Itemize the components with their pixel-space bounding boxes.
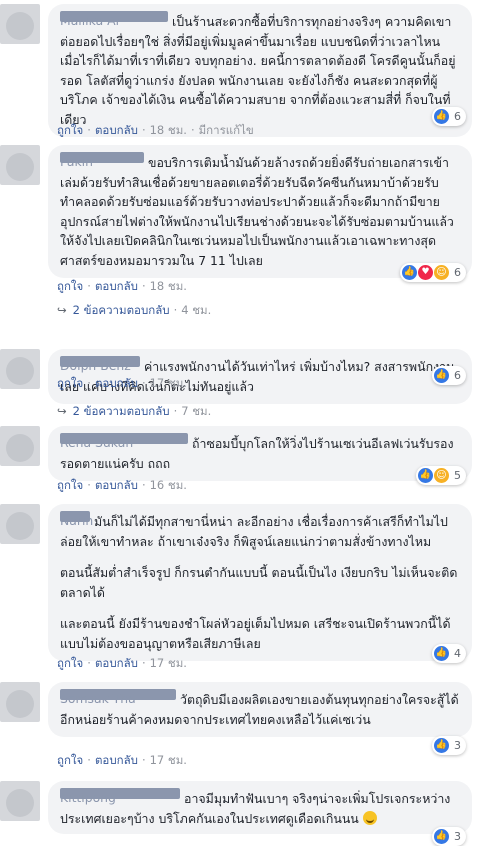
like-link[interactable]: ถูกใจ bbox=[57, 279, 83, 293]
reply-link[interactable]: ตอบกลับ bbox=[95, 753, 138, 767]
view-replies-link[interactable]: ↪ 2 ข้อความตอบกลับ · 7 ชม. bbox=[57, 403, 211, 421]
like-reaction-icon: 👍 bbox=[434, 109, 449, 124]
like-link[interactable]: ถูกใจ bbox=[57, 123, 83, 137]
comment-text: และตอนนี้ ยังมีร้านของชำโผล่หัวอยู่เต็มไ… bbox=[60, 616, 451, 651]
comment-text: ตอนนี้สัมต่ำสำเร็จรูป ก็กรนตำกันแบบนี้ ต… bbox=[60, 565, 458, 600]
commenter-name[interactable]: Mallika Ar bbox=[60, 11, 168, 28]
love-reaction-icon: ♥ bbox=[418, 265, 433, 280]
timestamp[interactable]: 17 ชม. bbox=[150, 376, 187, 390]
reaction-summary[interactable]: 👍 ♥ ☺ 6 bbox=[400, 263, 466, 282]
reply-link[interactable]: ตอบกลับ bbox=[95, 656, 138, 670]
replies-count[interactable]: 2 ข้อความตอบกลับ bbox=[73, 404, 170, 418]
reaction-summary[interactable]: 👍 ☺ 5 bbox=[416, 466, 466, 485]
like-reaction-icon: 👍 bbox=[434, 738, 449, 753]
like-reaction-icon: 👍 bbox=[402, 265, 417, 280]
commenter-name[interactable]: Pakin bbox=[60, 152, 144, 169]
comment-text: ขอบริการเติมน้ำมันด้วยล้างรถด้วยยิ่งดีรั… bbox=[60, 155, 454, 268]
reply-link[interactable]: ตอบกลับ bbox=[95, 478, 138, 492]
comment-bubble: Rena Sukan ถ้าซอมบี้บุกโลกให้วิ่งไปร้านเซ… bbox=[48, 426, 472, 481]
comment-text: เป็นร้านสะดวกซื้อที่บริการทุกอย่างจริงๆ … bbox=[60, 14, 456, 127]
timestamp[interactable]: 17 ชม. bbox=[150, 753, 187, 767]
avatar[interactable] bbox=[0, 781, 40, 821]
like-link[interactable]: ถูกใจ bbox=[57, 656, 83, 670]
reaction-count: 6 bbox=[454, 369, 461, 382]
commenter-name[interactable]: Somsak Tha bbox=[60, 689, 176, 706]
comment-actions: ถูกใจ · ตอบกลับ · 16 ชม. bbox=[57, 478, 187, 492]
reply-arrow-icon: ↪ bbox=[57, 404, 67, 418]
timestamp[interactable]: 17 ชม. bbox=[150, 656, 187, 670]
commenter-name[interactable]: Narin bbox=[60, 511, 93, 528]
reply-arrow-icon: ↪ bbox=[57, 303, 67, 317]
reply-link[interactable]: ตอบกลับ bbox=[95, 123, 138, 137]
comment-text: มันก็ไม่ได้มีทุกสาขานี่หน่า ละอีกอย่าง เ… bbox=[60, 514, 448, 549]
comment-bubble: Somsak Tha วัตถุดิบมีเองผลิตเองขายเองต้นท… bbox=[48, 682, 472, 737]
comment-actions: ถูกใจ · ตอบกลับ · 17 ชม. bbox=[57, 656, 187, 670]
reaction-summary[interactable]: 👍 6 bbox=[432, 107, 466, 126]
comment-actions: ถูกใจ · ตอบกลับ · 18 ชม. bbox=[57, 279, 187, 293]
reaction-summary[interactable]: 👍 3 bbox=[432, 827, 466, 846]
timestamp[interactable]: 18 ชม. bbox=[150, 279, 187, 293]
like-link[interactable]: ถูกใจ bbox=[57, 753, 83, 767]
reply-link[interactable]: ตอบกลับ bbox=[95, 376, 138, 390]
avatar[interactable] bbox=[0, 145, 40, 185]
reply-link[interactable]: ตอบกลับ bbox=[95, 279, 138, 293]
comment-bubble: Mallika Ar เป็นร้านสะดวกซื้อที่บริการทุกอ… bbox=[48, 4, 472, 137]
like-reaction-icon: 👍 bbox=[434, 368, 449, 383]
replies-count[interactable]: 2 ข้อความตอบกลับ bbox=[73, 303, 170, 317]
commenter-name[interactable]: Kittipong bbox=[60, 788, 180, 805]
reaction-count: 4 bbox=[454, 647, 461, 660]
comment-bubble: Narinมันก็ไม่ได้มีทุกสาขานี่หน่า ละอีกอย… bbox=[48, 504, 472, 661]
edited-label[interactable]: มีการแก้ไข bbox=[199, 123, 254, 137]
reaction-count: 6 bbox=[454, 110, 461, 123]
comment-actions: ถูกใจ · ตอบกลับ · 17 ชม. bbox=[57, 376, 187, 390]
avatar[interactable] bbox=[0, 4, 40, 44]
comment-bubble: Kittipong อาจมีมุมทำฟันเบาๆ จริงๆน่าจะเพิ… bbox=[48, 781, 472, 834]
haha-reaction-icon: ☺ bbox=[434, 468, 449, 483]
smile-emoji-icon bbox=[362, 810, 377, 825]
like-link[interactable]: ถูกใจ bbox=[57, 478, 83, 492]
reaction-summary[interactable]: 👍 4 bbox=[432, 644, 466, 663]
commenter-name[interactable]: Rena Sukan bbox=[60, 433, 188, 450]
avatar[interactable] bbox=[0, 504, 40, 544]
view-replies-link[interactable]: ↪ 2 ข้อความตอบกลับ · 4 ชม. bbox=[57, 302, 211, 320]
timestamp[interactable]: 18 ชม. bbox=[150, 123, 187, 137]
reaction-count: 3 bbox=[454, 739, 461, 752]
comment-actions: ถูกใจ · ตอบกลับ · 17 ชม. bbox=[57, 753, 187, 767]
comment-actions: ถูกใจ · ตอบกลับ · 18 ชม. · มีการแก้ไข bbox=[57, 123, 254, 137]
reaction-count: 5 bbox=[454, 469, 461, 482]
like-link[interactable]: ถูกใจ bbox=[57, 376, 83, 390]
reaction-count: 6 bbox=[454, 266, 461, 279]
comment-bubble: Pakin ขอบริการเติมน้ำมันด้วยล้างรถด้วยยิ่… bbox=[48, 145, 472, 278]
reaction-summary[interactable]: 👍 6 bbox=[432, 366, 466, 385]
replies-time: 4 ชม. bbox=[181, 303, 212, 317]
like-reaction-icon: 👍 bbox=[418, 468, 433, 483]
like-reaction-icon: 👍 bbox=[434, 829, 449, 844]
avatar[interactable] bbox=[0, 682, 40, 722]
like-reaction-icon: 👍 bbox=[434, 646, 449, 661]
reaction-count: 3 bbox=[454, 830, 461, 843]
timestamp[interactable]: 16 ชม. bbox=[150, 478, 187, 492]
commenter-name[interactable]: Dolph Benz bbox=[60, 356, 140, 373]
avatar[interactable] bbox=[0, 349, 40, 389]
replies-time: 7 ชม. bbox=[181, 404, 212, 418]
avatar[interactable] bbox=[0, 426, 40, 466]
reaction-summary[interactable]: 👍 3 bbox=[432, 736, 466, 755]
haha-reaction-icon: ☺ bbox=[434, 265, 449, 280]
